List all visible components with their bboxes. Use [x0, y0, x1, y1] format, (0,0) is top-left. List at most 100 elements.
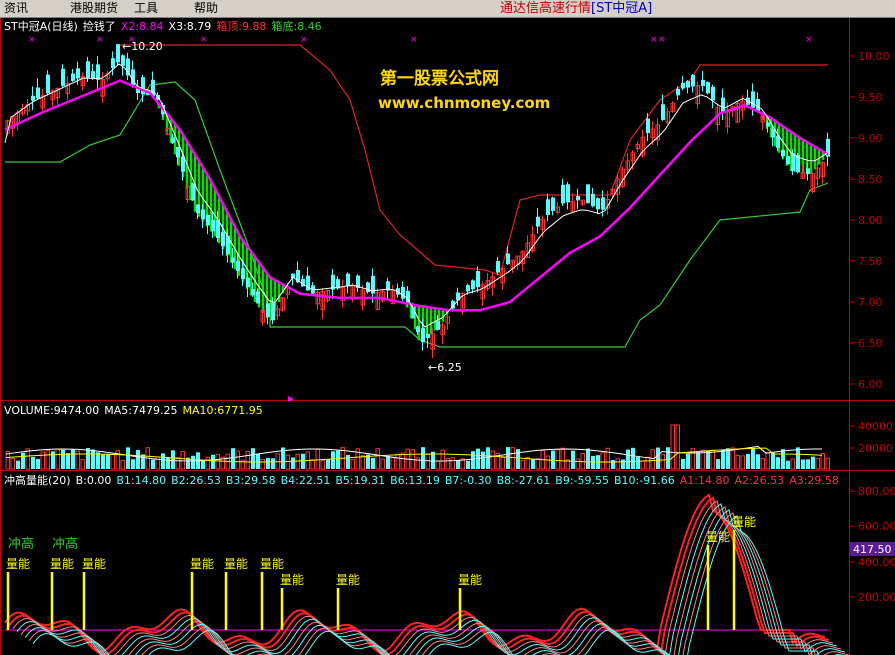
volume-bar: [621, 459, 625, 469]
volume-bar: [211, 454, 215, 469]
surge-label: 冲高: [8, 536, 34, 552]
signal-x-marker: ×: [28, 35, 36, 45]
energy-tick-label: 800.00: [858, 485, 895, 498]
high-price-annotation: ←10.20: [122, 40, 163, 53]
volume-bar: [740, 455, 745, 470]
candle-body: [31, 95, 35, 101]
energy-signal-label: 量能: [732, 515, 756, 529]
candle-body: [766, 122, 770, 127]
volume-bar: [535, 458, 540, 470]
candle-body: [791, 152, 795, 172]
volume-bar: [765, 452, 770, 470]
energy-signal-label: 量能: [224, 557, 248, 571]
volume-bar: [776, 457, 780, 469]
volume-bar: [815, 457, 820, 470]
volume-bar: [390, 456, 395, 470]
energy-signal-label: 量能: [336, 573, 360, 587]
volume-bar: [560, 447, 565, 470]
volume-bar: [555, 449, 560, 470]
candle-body: [91, 71, 95, 79]
box-bottom-line: [5, 81, 829, 348]
volume-bar: [201, 460, 205, 469]
candle-body: [471, 280, 475, 290]
volume-bar: [106, 454, 110, 469]
candle-body: [416, 326, 420, 333]
y-tick-label: 6.00: [858, 378, 883, 391]
volume-bar: [520, 460, 525, 470]
volume-bar: [650, 449, 655, 470]
candle-body: [711, 86, 715, 101]
scroll-marker-icon[interactable]: [288, 396, 294, 402]
volume-bar: [696, 452, 700, 469]
candle-body: [536, 216, 540, 227]
candle-body: [476, 271, 480, 288]
energy-signal-label: 量能: [260, 557, 284, 571]
candle-body: [691, 74, 695, 87]
candle-body: [61, 68, 65, 86]
volume-bar: [531, 459, 535, 469]
volume-bar: [721, 449, 725, 469]
volume-bar: [631, 447, 635, 469]
candle-body: [436, 321, 440, 330]
volume-bar: [640, 460, 645, 470]
volume-bar: [66, 453, 70, 469]
volume-bar: [825, 457, 830, 470]
candle-body: [566, 184, 570, 203]
volume-bar: [136, 449, 140, 469]
volume-bar: [586, 448, 590, 469]
volume-bar: [175, 457, 180, 470]
candle-body: [196, 204, 200, 214]
candle-body: [236, 260, 240, 271]
low-price-annotation: ←6.25: [428, 361, 462, 374]
volume-bar: [51, 451, 55, 469]
green-fill-area: [157, 103, 829, 341]
watermark-url: www.chnmoney.com: [378, 94, 550, 112]
volume-bar: [96, 452, 100, 469]
candle-body: [241, 268, 245, 280]
volume-bar: [86, 448, 90, 469]
volume-bar: [435, 460, 440, 470]
candle-body: [776, 136, 780, 148]
volume-bar: [506, 447, 510, 469]
candle-body: [36, 87, 40, 99]
volume-bar: [375, 448, 380, 470]
volume-bar: [245, 450, 250, 470]
y-tick-label: 9.00: [858, 132, 883, 145]
candle-body: [701, 79, 705, 87]
energy-signal-label: 量能: [82, 557, 106, 571]
energy-y-axis: 800.00 600.00 400.00 200.00 417.50: [849, 485, 895, 604]
volume-bar: [746, 453, 750, 469]
volume-bar: [500, 456, 505, 470]
candle-body: [211, 220, 215, 232]
volume-bar: [611, 460, 615, 469]
volume-bar: [320, 460, 325, 470]
volume-bar: [151, 459, 155, 469]
energy-tick-label: 600.00: [858, 520, 895, 533]
volume-bar: [786, 460, 790, 469]
volume-bar: [120, 460, 125, 470]
candle-body: [201, 209, 205, 220]
candle-body: [231, 257, 235, 263]
y-tick-label: 10.00: [858, 50, 890, 63]
volume-bar: [191, 455, 195, 469]
volume-bar: [380, 458, 385, 470]
volume-bar: [706, 450, 710, 469]
volume-bar: [55, 448, 60, 470]
energy-signal-label: 量能: [190, 557, 214, 571]
candle-body: [171, 137, 175, 143]
volume-bar: [231, 448, 235, 469]
candle-body: [256, 291, 260, 304]
energy-signal-label: 量能: [458, 573, 482, 587]
volume-bar: [571, 450, 575, 469]
volume-bar: [636, 456, 640, 469]
candle-body: [661, 104, 665, 120]
candle-body: [751, 91, 755, 108]
volume-bar: [285, 454, 290, 470]
volume-bar: [346, 454, 350, 469]
candle-body: [206, 215, 210, 226]
volume-bar: [656, 447, 660, 469]
volume-bar: [395, 453, 400, 470]
volume-tick-label: 20000: [858, 442, 893, 455]
chart-canvas[interactable]: 10.00 9.50 9.00 8.50 8.00 7.50 7.00 6.50…: [0, 0, 895, 655]
volume-bar: [141, 454, 145, 469]
